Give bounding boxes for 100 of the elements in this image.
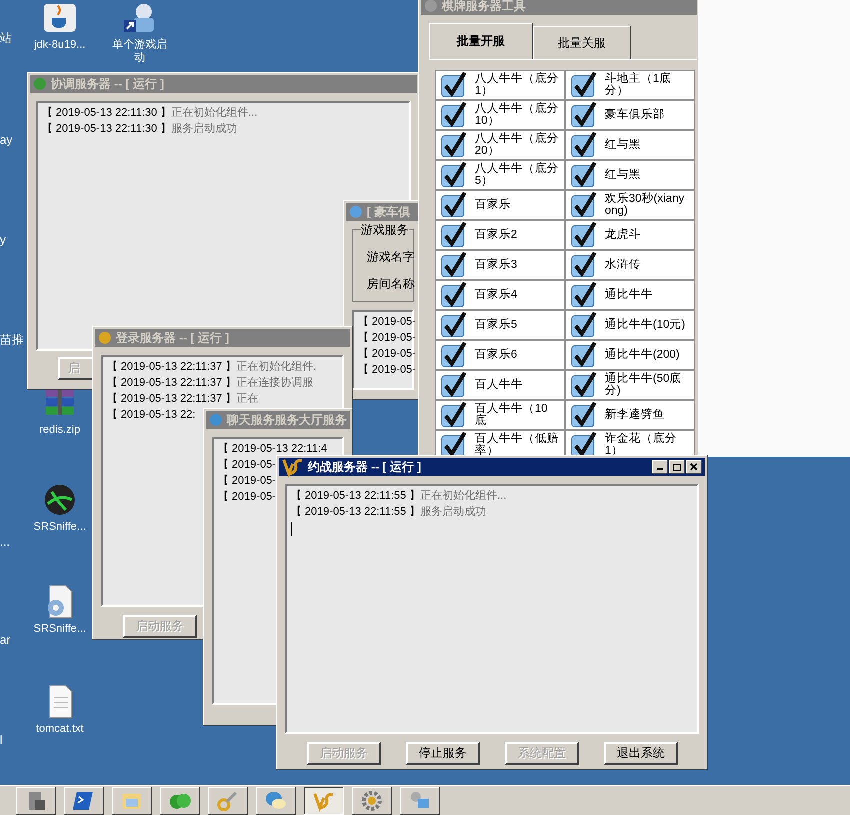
close-icon (690, 463, 698, 471)
log-line: 【 2019-05-13 22:11:4 (218, 443, 328, 456)
log-line: 【 2019-05-13 22:11:55 】正在初始化组件... (291, 490, 507, 503)
game-option[interactable]: 欢乐30秒(xianyong) (565, 190, 695, 220)
game-option[interactable]: 通比牛牛(200) (565, 340, 695, 370)
game-option[interactable]: 百家乐3 (435, 250, 565, 280)
title-bar: 协调服务器 -- [ 运行 ] (30, 75, 417, 93)
game-option[interactable]: 百家乐2 (435, 220, 565, 250)
checked-checkbox[interactable] (441, 402, 467, 428)
desktop-icon-label[interactable]: SRSniffe... (34, 521, 86, 534)
checked-checkbox[interactable] (571, 72, 597, 98)
desktop-icon-label[interactable]: SRSniffe... (34, 623, 86, 636)
game-option[interactable]: 通比牛牛(10元) (565, 310, 695, 340)
game-option[interactable]: 红与黑 (565, 130, 695, 160)
game-option[interactable]: 八人牛牛（底分5） (435, 160, 565, 190)
game-option[interactable]: 百家乐6 (435, 340, 565, 370)
maximize-icon (673, 464, 681, 470)
checked-checkbox[interactable] (441, 312, 467, 338)
checked-checkbox[interactable] (441, 192, 467, 218)
log-line: 【 2019-05- (218, 475, 276, 488)
text-cursor (291, 522, 292, 536)
checked-checkbox[interactable] (571, 432, 597, 456)
tab[interactable]: 批量开服 (429, 23, 533, 59)
desktop-icon-label: ... (0, 535, 10, 549)
checked-checkbox[interactable] (571, 312, 597, 338)
checked-checkbox[interactable] (571, 372, 597, 398)
close-button[interactable] (686, 460, 702, 474)
taskbar-button[interactable] (304, 786, 344, 814)
checked-checkbox[interactable] (441, 102, 467, 128)
game-option[interactable]: 百家乐5 (435, 310, 565, 340)
game-option[interactable]: 豪车俱乐部 (565, 100, 695, 130)
checked-checkbox[interactable] (571, 192, 597, 218)
game-option[interactable]: 百家乐4 (435, 280, 565, 310)
log-line: 【 2019-05- (358, 332, 416, 345)
checked-checkbox[interactable] (571, 222, 597, 248)
maximize-button[interactable] (669, 460, 685, 474)
field-label: 房间名称 (366, 276, 413, 293)
desktop-icon-label[interactable]: tomcat.txt (36, 723, 84, 736)
log-line: 【 2019-05-13 22: (107, 409, 196, 422)
checked-checkbox[interactable] (571, 342, 597, 368)
desktop-icon-label[interactable]: jdk-8u19... (34, 39, 86, 52)
minimize-button[interactable] (652, 460, 668, 474)
log-line: 【 2019-05-13 22:11:37 】正在初始化组件. (107, 361, 317, 374)
settings-icon (361, 790, 383, 812)
title-bar: 登录服务器 -- [ 运行 ] (95, 329, 350, 347)
game-option[interactable]: 八人牛牛（底分1） (435, 70, 565, 100)
checked-checkbox[interactable] (571, 402, 597, 428)
action-button[interactable]: 停止服务 (406, 742, 480, 765)
desktop-icon-label[interactable]: 单个游戏启动 (109, 39, 171, 65)
desktop-icon-label: 站 (0, 30, 12, 47)
checked-checkbox[interactable] (441, 132, 467, 158)
game-option[interactable]: 斗地主（1底分） (565, 70, 695, 100)
checked-checkbox[interactable] (441, 162, 467, 188)
tab[interactable]: 批量关服 (533, 26, 631, 59)
log-line: 【 2019-05- (358, 348, 416, 361)
log-line: 【 2019-05-13 22:11:55 】服务启动成功 (291, 506, 486, 519)
game-option[interactable]: 龙虎斗 (565, 220, 695, 250)
group-title: 游戏服务 (361, 222, 409, 239)
log-line: 【 2019-05-13 22:11:30 】正在初始化组件... (42, 107, 258, 120)
title-bar: 约战服务器 -- [ 运行 ] (279, 458, 705, 476)
checked-checkbox[interactable] (571, 252, 597, 278)
game-option[interactable]: 水浒传 (565, 250, 695, 280)
checked-checkbox[interactable] (441, 282, 467, 308)
action-button[interactable]: 退出系统 (604, 742, 678, 765)
log-line: 【 2019-05- (218, 459, 276, 472)
log-line: 【 2019-05- (358, 316, 416, 329)
field-label: 游戏名字 (366, 249, 413, 266)
desktop-icon-label: y (0, 233, 6, 247)
log-line: 【 2019-05-13 22:11:30 】服务启动成功 (42, 123, 238, 136)
checked-checkbox[interactable] (441, 72, 467, 98)
checked-checkbox[interactable] (441, 372, 467, 398)
checked-checkbox[interactable] (441, 252, 467, 278)
desktop-icon-label: 苗推 (0, 332, 24, 349)
game-option[interactable]: 百人牛牛 (435, 370, 565, 400)
desktop-icon-label[interactable]: redis.zip (40, 424, 80, 437)
game-option[interactable]: 八人牛牛（底分20） (435, 130, 565, 160)
log-line: 【 2019-05-13 22:11:37 】正在连接协调服 (107, 377, 314, 390)
checked-checkbox[interactable] (571, 282, 597, 308)
game-option[interactable]: 红与黑 (565, 160, 695, 190)
checked-checkbox[interactable] (571, 132, 597, 158)
desktop-icon-label: l (0, 733, 3, 747)
game-option[interactable]: 通比牛牛 (565, 280, 695, 310)
checked-checkbox[interactable] (571, 162, 597, 188)
log-line: 【 2019-05-13 22:11:37 】正在 (107, 393, 258, 406)
checked-checkbox[interactable] (441, 342, 467, 368)
log-line: 【 2019-05- (358, 364, 416, 377)
terminal-icon (73, 790, 95, 812)
checked-checkbox[interactable] (441, 222, 467, 248)
desktop-icon-label: ar (0, 633, 11, 647)
title-bar: 聊天服务服务大厅服务 (206, 411, 350, 429)
desktop-icon-label: ay (0, 133, 13, 147)
title-bar: [ 豪车俱 (346, 203, 420, 221)
game-option[interactable]: 百家乐 (435, 190, 565, 220)
game-option[interactable]: 通比牛牛(50底分) (565, 370, 695, 400)
checked-checkbox[interactable] (441, 432, 467, 456)
log-line: 【 2019-05- (218, 491, 276, 504)
game-option[interactable]: 八人牛牛（底分10） (435, 100, 565, 130)
game-option[interactable]: 百人牛牛（10底 (435, 400, 565, 430)
checked-checkbox[interactable] (571, 102, 597, 128)
game-option[interactable]: 新李逵劈鱼 (565, 400, 695, 430)
